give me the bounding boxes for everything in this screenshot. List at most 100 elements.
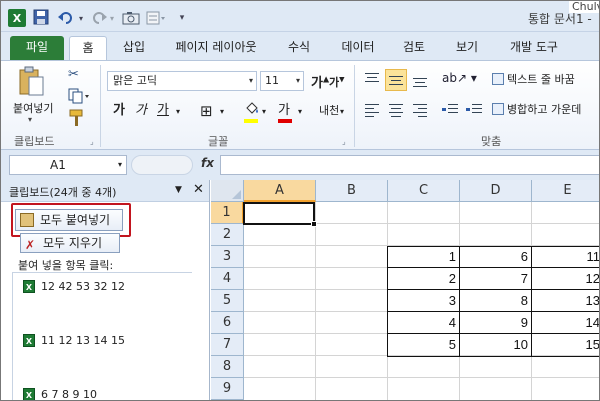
tab-developer[interactable]: 개발 도구 [499, 36, 569, 60]
increase-indent-icon[interactable] [464, 99, 484, 121]
row-header-7[interactable]: 7 [211, 334, 244, 356]
borders-icon[interactable]: ⊞ [200, 101, 213, 121]
wrap-text-button[interactable]: 텍스트 줄 바꿈 [492, 71, 575, 87]
formula-bar-splitter[interactable] [131, 155, 193, 175]
tab-insert[interactable]: 삽입 [113, 36, 155, 60]
cell-c5[interactable]: 3 [388, 290, 459, 312]
font-group-label: 글꼴 [208, 135, 229, 148]
cell-c3[interactable]: 1 [388, 246, 459, 268]
align-middle-icon[interactable] [385, 69, 407, 91]
italic-button[interactable]: 가 [135, 101, 147, 121]
align-center-icon[interactable] [386, 99, 406, 121]
formula-input[interactable] [220, 155, 600, 175]
orientation-icon[interactable]: ab↗ ▾ [442, 71, 477, 85]
row-header-5[interactable]: 5 [211, 290, 244, 312]
undo-dropdown-icon[interactable]: ▾ [76, 9, 86, 27]
name-box[interactable]: A1 ▾ [9, 155, 127, 175]
font-size-select[interactable]: 11 ▾ [260, 71, 304, 91]
active-cell-a1[interactable] [243, 202, 315, 225]
form-icon[interactable] [144, 9, 168, 27]
tab-file[interactable]: 파일 [10, 36, 64, 60]
close-icon[interactable]: ✕ [193, 182, 204, 197]
row-header-4[interactable]: 4 [211, 268, 244, 290]
column-header-e[interactable]: E [532, 180, 600, 202]
customize-quick-access-icon[interactable]: ▾ [176, 9, 188, 27]
highlight-annotation [11, 203, 131, 237]
cell-d7[interactable]: 10 [460, 334, 531, 356]
tab-home[interactable]: 홈 [69, 36, 107, 60]
camera-icon[interactable] [121, 9, 141, 27]
clipboard-item[interactable]: X 11 12 13 14 15 [23, 331, 125, 349]
paste-button[interactable]: 붙여넣기 ▾ [10, 64, 56, 130]
copy-icon[interactable] [68, 88, 90, 104]
chevron-down-icon[interactable]: ▾ [340, 102, 344, 122]
title-bar: X ▾ ▾ ▾ 통합 문서1 - Chulv [0, 0, 600, 32]
merge-center-button[interactable]: 병합하고 가운데 [492, 101, 581, 117]
cell-d5[interactable]: 8 [460, 290, 531, 312]
clipboard-dialog-launcher-icon[interactable]: ⌟ [90, 137, 94, 146]
decrease-indent-icon[interactable] [440, 99, 460, 121]
font-dialog-launcher-icon[interactable]: ⌟ [342, 137, 346, 146]
clear-all-button[interactable]: ✗ 모두 지우기 [20, 233, 120, 253]
underline-button[interactable]: 가 [157, 101, 169, 121]
cell-d6[interactable]: 9 [460, 312, 531, 334]
fill-handle[interactable] [311, 221, 317, 227]
chevron-down-icon[interactable]: ▾ [220, 102, 224, 122]
column-header-b[interactable]: B [316, 180, 388, 202]
align-left-icon[interactable] [362, 99, 382, 121]
cell-e5[interactable]: 13 [532, 290, 600, 312]
column-header-d[interactable]: D [460, 180, 532, 202]
clipboard-item[interactable]: X 6 7 8 9 10 [23, 385, 97, 401]
cell-c6[interactable]: 4 [388, 312, 459, 334]
select-all-corner[interactable] [211, 180, 244, 202]
cell-d4[interactable]: 7 [460, 268, 531, 290]
cell-e6[interactable]: 14 [532, 312, 600, 334]
bold-button[interactable]: 가 [113, 101, 125, 121]
redo-icon[interactable] [89, 9, 109, 27]
cell-e7[interactable]: 15 [532, 334, 600, 356]
tab-page-layout[interactable]: 페이지 레이아웃 [164, 36, 268, 60]
grow-font-button[interactable]: 가▲ [311, 72, 329, 91]
chevron-down-icon[interactable]: ▾ [176, 102, 180, 122]
insert-function-icon[interactable]: fx [201, 156, 214, 170]
worksheet-grid[interactable]: A B C D E 1 2 3 4 5 6 7 8 9 1 2 3 4 5 6 … [211, 180, 600, 401]
chevron-down-icon[interactable]: ▾ [262, 102, 266, 122]
format-painter-icon[interactable] [68, 109, 84, 127]
row-header-9[interactable]: 9 [211, 378, 244, 400]
excel-app-icon[interactable]: X [8, 9, 26, 27]
row-header-2[interactable]: 2 [211, 224, 244, 246]
save-icon[interactable] [33, 9, 49, 25]
cell-d3[interactable]: 6 [460, 246, 531, 268]
paste-dropdown-icon: ▾ [28, 115, 33, 124]
phonetic-guide-button[interactable]: 내천 [319, 101, 339, 121]
cell-e4[interactable]: 12 [532, 268, 600, 290]
align-right-icon[interactable] [410, 99, 430, 121]
cell-e3[interactable]: 11 [532, 246, 600, 268]
align-bottom-icon[interactable] [410, 69, 430, 91]
font-color-button[interactable]: 가 [278, 101, 290, 121]
row-header-6[interactable]: 6 [211, 312, 244, 334]
chevron-down-icon[interactable]: ▾ [298, 102, 302, 122]
chevron-down-icon: ▾ [295, 76, 300, 85]
cell-c7[interactable]: 5 [388, 334, 459, 356]
font-name-select[interactable]: 맑은 고딕 ▾ [107, 71, 257, 91]
cell-c4[interactable]: 2 [388, 268, 459, 290]
tab-formulas[interactable]: 수식 [278, 36, 320, 60]
clipboard-item[interactable]: X 12 42 53 32 12 [23, 277, 125, 295]
tab-data[interactable]: 데이터 [332, 36, 384, 60]
row-header-3[interactable]: 3 [211, 246, 244, 268]
row-header-8[interactable]: 8 [211, 356, 244, 378]
tab-review[interactable]: 검토 [394, 36, 434, 60]
shrink-font-button[interactable]: 가▼ [329, 74, 345, 90]
tab-view[interactable]: 보기 [447, 36, 487, 60]
redo-dropdown-icon[interactable]: ▾ [107, 9, 117, 27]
row-header-1[interactable]: 1 [211, 202, 244, 224]
undo-icon[interactable] [56, 9, 76, 27]
column-header-a[interactable]: A [244, 180, 316, 202]
column-header-c[interactable]: C [388, 180, 460, 202]
cut-icon[interactable]: ✂ [68, 67, 84, 83]
align-top-icon[interactable] [362, 69, 382, 91]
pane-options-icon[interactable]: ▼ [175, 185, 182, 195]
fill-color-icon[interactable] [244, 101, 260, 121]
font-name-value: 맑은 고딕 [113, 74, 157, 87]
